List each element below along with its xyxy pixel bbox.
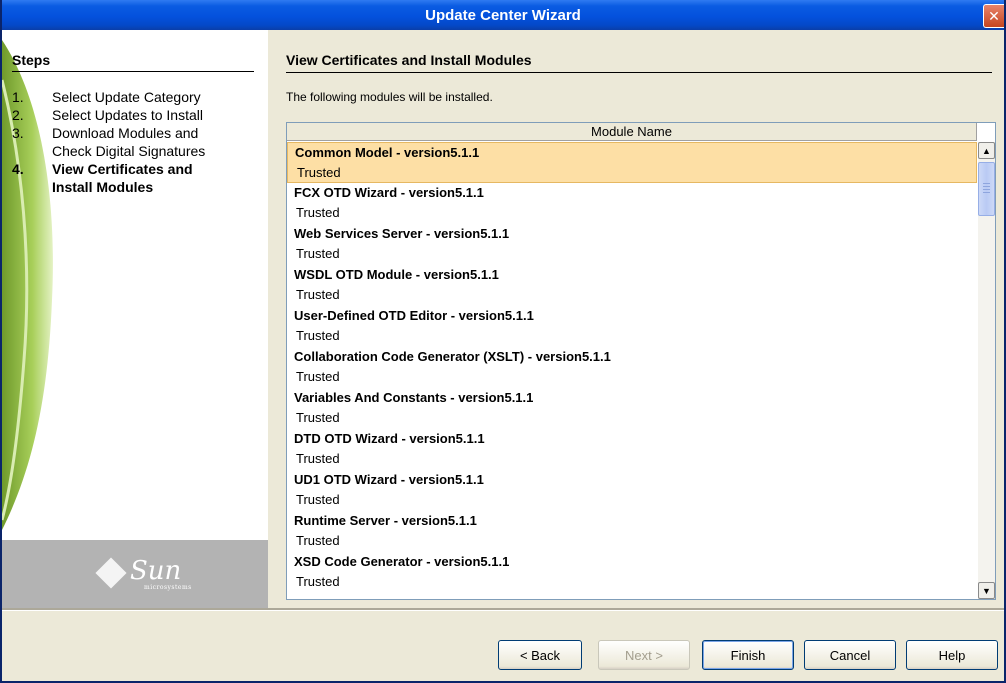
module-trust-status: Trusted	[296, 205, 340, 220]
step-item-current: 4. View Certificates and	[12, 160, 252, 178]
scroll-up-icon[interactable]: ▲	[978, 142, 995, 159]
module-row[interactable]: Web Services Server - version5.1.1 Truste…	[287, 224, 977, 265]
step-item: 1. Select Update Category	[12, 88, 252, 106]
module-trust-status: Trusted	[296, 533, 340, 548]
logo-word: Sun	[130, 556, 182, 586]
step-item: Check Digital Signatures	[12, 142, 252, 160]
step-label: Check Digital Signatures	[52, 143, 206, 159]
step-item-current: Install Modules	[12, 178, 252, 196]
step-item: 3. Download Modules and	[12, 124, 252, 142]
sun-diamond-icon	[95, 557, 127, 589]
module-name: Runtime Server - version5.1.1	[294, 513, 477, 528]
step-number	[12, 142, 52, 160]
footer-divider	[2, 608, 1004, 611]
module-name: Web Services Server - version5.1.1	[294, 226, 510, 241]
module-name: WSDL OTD Module - version5.1.1	[294, 267, 499, 282]
module-name: User-Defined OTD Editor - version5.1.1	[294, 308, 534, 323]
scroll-thumb[interactable]	[978, 162, 995, 216]
next-button[interactable]: Next >	[598, 640, 690, 670]
finish-button[interactable]: Finish	[702, 640, 794, 670]
module-row[interactable]: WSDL OTD Module - version5.1.1 Trusted	[287, 265, 977, 306]
step-number	[12, 178, 52, 196]
module-trust-status: Trusted	[296, 287, 340, 302]
modules-table[interactable]: Module Name Common Model - version5.1.1 T…	[286, 122, 996, 600]
module-trust-status: Trusted	[296, 246, 340, 261]
module-name: FCX OTD Wizard - version5.1.1	[294, 185, 484, 200]
module-trust-status: Trusted	[296, 574, 340, 589]
page-title: View Certificates and Install Modules	[286, 52, 992, 73]
steps-panel: Steps 1. Select Update Category 2. Select …	[2, 30, 268, 608]
step-item: 2. Select Updates to Install	[12, 106, 252, 124]
module-row[interactable]: Variables And Constants - version5.1.1 Tr…	[287, 388, 977, 429]
step-label: View Certificates and	[52, 161, 193, 177]
module-row[interactable]: DTD OTD Wizard - version5.1.1 Trusted	[287, 429, 977, 470]
title-bar[interactable]: Update Center Wizard ✕	[2, 0, 1004, 30]
steps-list: 1. Select Update Category 2. Select Update…	[12, 88, 252, 196]
step-number: 2.	[12, 107, 24, 123]
step-number: 1.	[12, 89, 24, 105]
module-row[interactable]: Collaboration Code Generator (XSLT) - ve…	[287, 347, 977, 388]
column-header-module-name[interactable]: Module Name	[287, 123, 977, 141]
module-name: XSD Code Generator - version5.1.1	[294, 554, 510, 569]
page-description: The following modules will be installed.	[286, 90, 493, 104]
module-trust-status: Trusted	[296, 369, 340, 384]
logo-subtitle: microsystems	[144, 584, 192, 591]
logo-area: Sun microsystems	[2, 540, 268, 608]
step-number: 4.	[12, 161, 24, 177]
module-name: Common Model - version5.1.1	[295, 145, 480, 160]
module-trust-status: Trusted	[296, 410, 340, 425]
module-name: Collaboration Code Generator (XSLT) - ve…	[294, 349, 611, 364]
module-row[interactable]: Runtime Server - version5.1.1 Trusted	[287, 511, 977, 552]
module-trust-status: Trusted	[297, 165, 341, 180]
module-row[interactable]: Common Model - version5.1.1 Trusted	[287, 142, 977, 183]
steps-heading: Steps	[12, 52, 254, 72]
module-trust-status: Trusted	[296, 492, 340, 507]
wizard-window: Update Center Wizard ✕ Steps 1. Select Up…	[0, 0, 1006, 683]
scroll-down-icon[interactable]: ▼	[978, 582, 995, 599]
step-label: Download Modules and	[52, 125, 199, 141]
module-name: Variables And Constants - version5.1.1	[294, 390, 534, 405]
module-row[interactable]: XSD Code Generator - version5.1.1 Trusted	[287, 552, 977, 593]
module-trust-status: Trusted	[296, 328, 340, 343]
help-button[interactable]: Help	[906, 640, 998, 670]
back-button[interactable]: < Back	[498, 640, 582, 670]
module-row[interactable]: FCX OTD Wizard - version5.1.1 Trusted	[287, 183, 977, 224]
sun-logo: Sun microsystems	[95, 554, 200, 594]
modules-list: Common Model - version5.1.1 Trusted FCX OT…	[287, 142, 977, 593]
step-number: 3.	[12, 125, 24, 141]
vertical-scrollbar[interactable]: ▲ ▼	[978, 142, 995, 599]
module-row[interactable]: UD1 OTD Wizard - version5.1.1 Trusted	[287, 470, 977, 511]
step-label: Install Modules	[52, 179, 154, 195]
cancel-button[interactable]: Cancel	[804, 640, 896, 670]
module-row[interactable]: User-Defined OTD Editor - version5.1.1 Tr…	[287, 306, 977, 347]
module-name: DTD OTD Wizard - version5.1.1	[294, 431, 485, 446]
window-title: Update Center Wizard	[425, 6, 581, 24]
close-icon[interactable]: ✕	[983, 4, 1004, 28]
module-name: UD1 OTD Wizard - version5.1.1	[294, 472, 484, 487]
module-trust-status: Trusted	[296, 451, 340, 466]
step-label: Select Updates to Install	[52, 107, 203, 123]
step-label: Select Update Category	[52, 89, 201, 105]
